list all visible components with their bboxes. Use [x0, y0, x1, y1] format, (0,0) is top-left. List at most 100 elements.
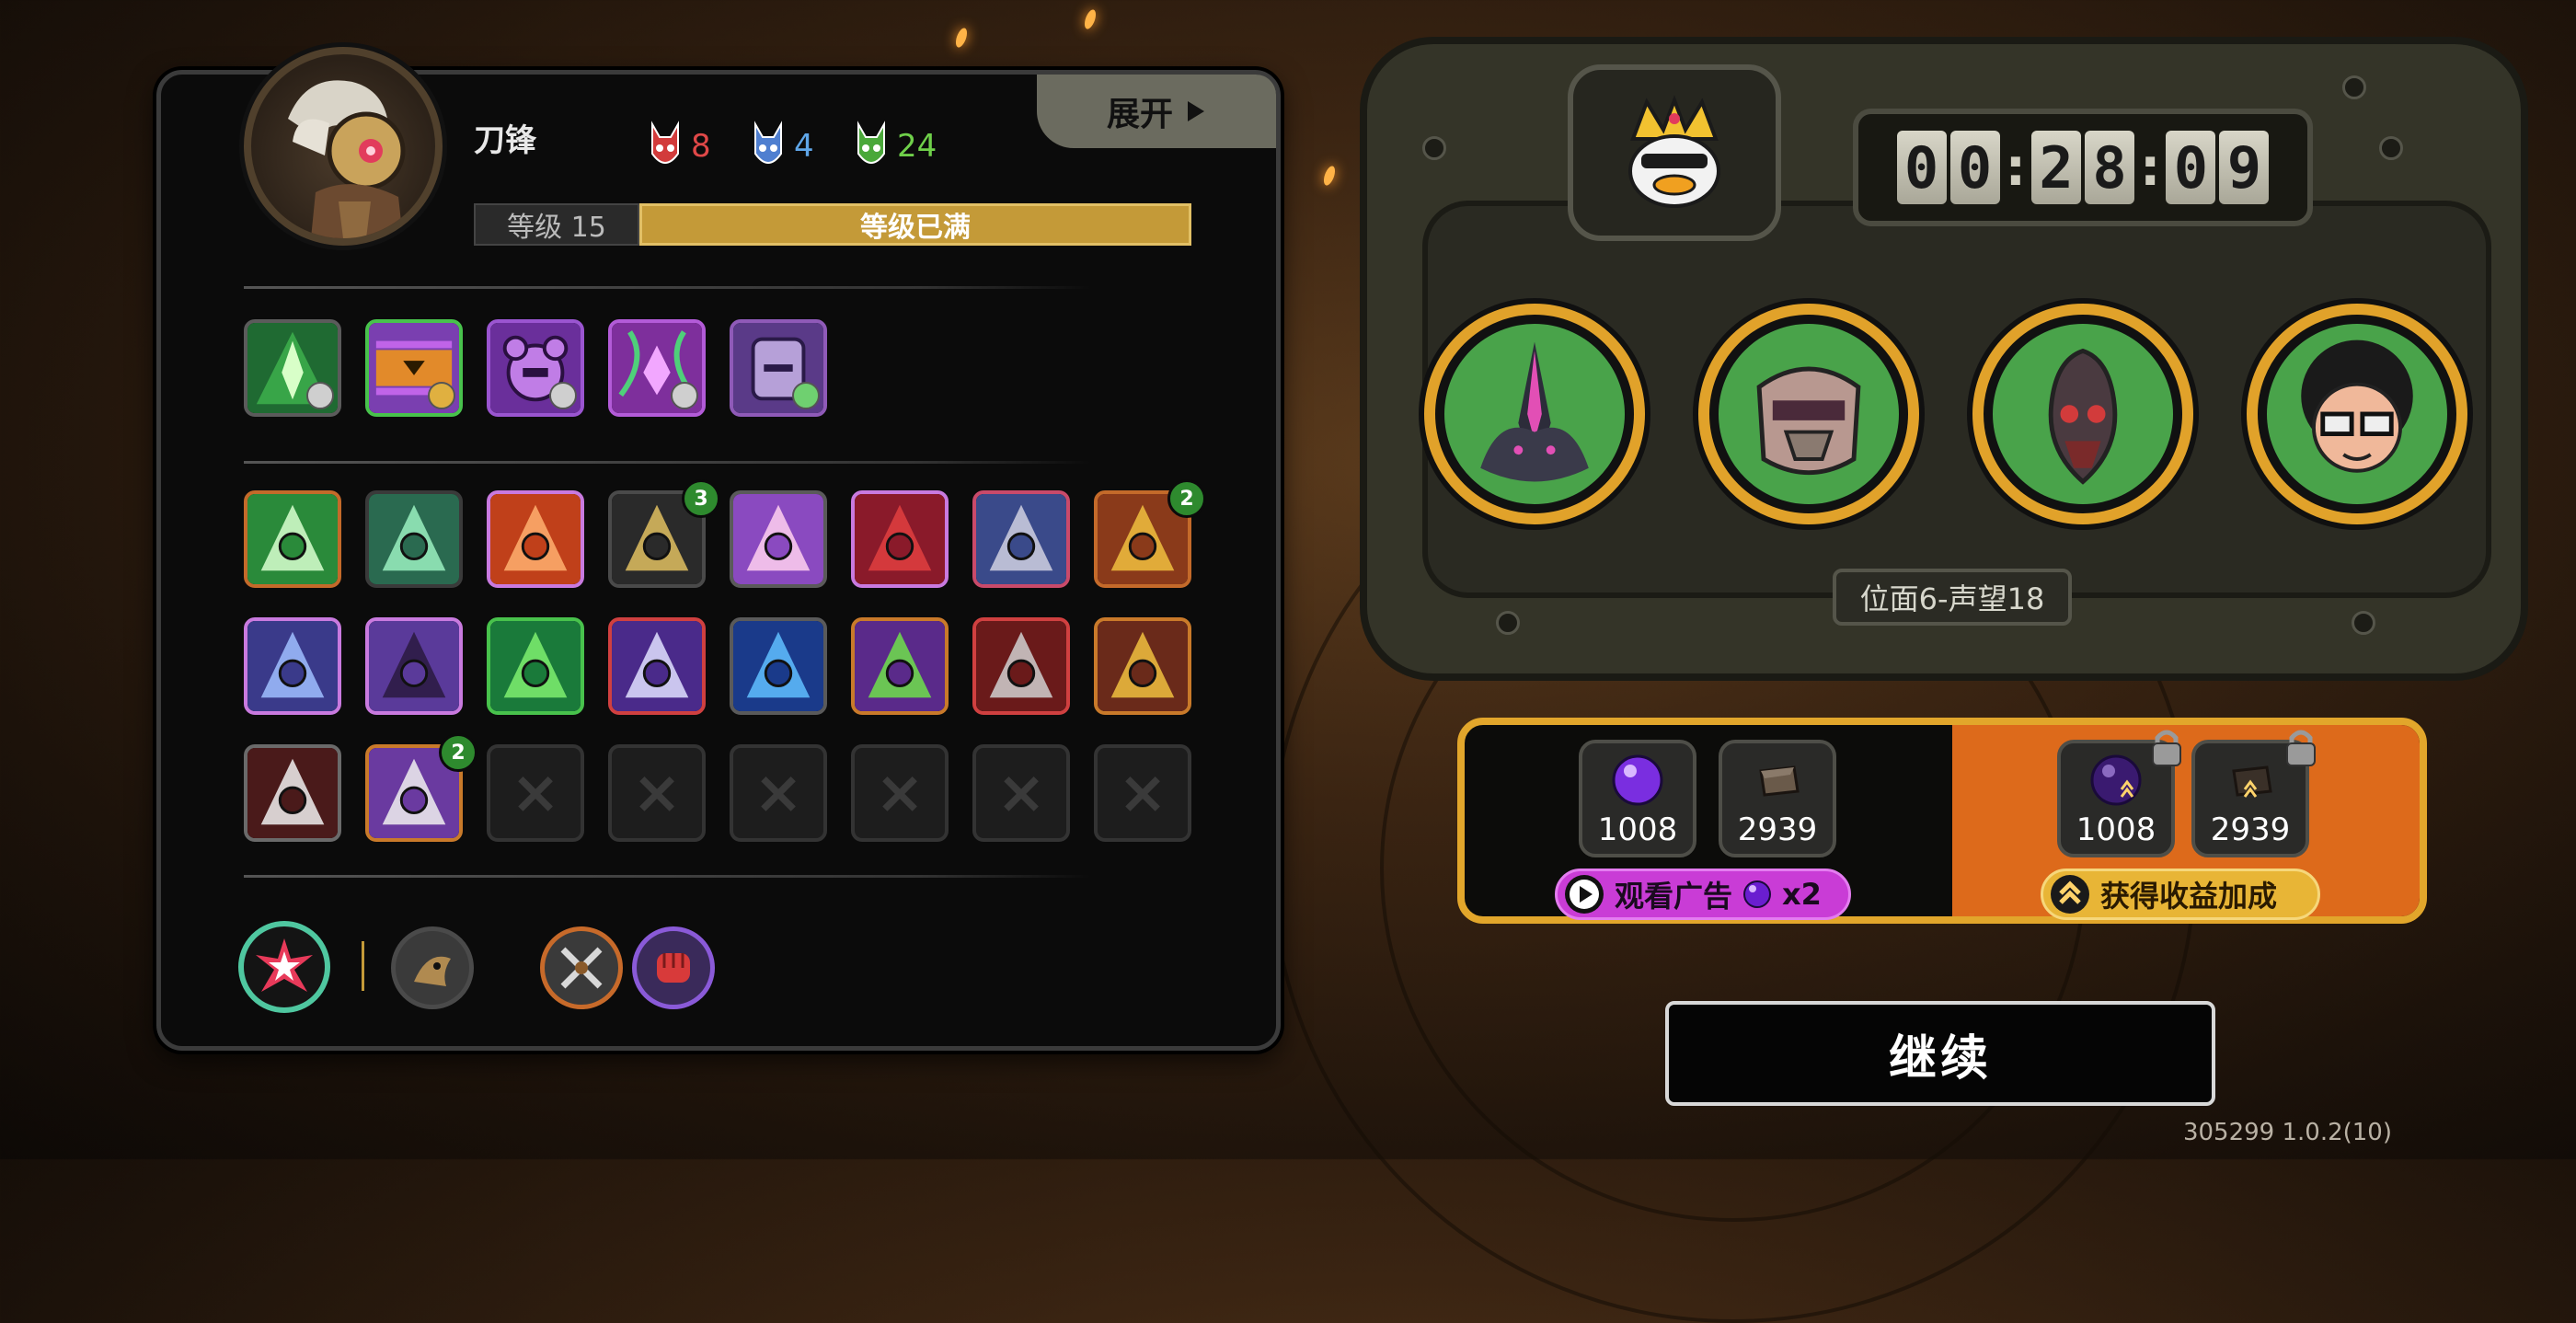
equipment-slot-5[interactable]: [730, 319, 827, 417]
element-mark-icon: [671, 382, 698, 409]
skill-slot-5[interactable]: [730, 490, 827, 588]
empty-slot-x-icon: ×: [1118, 759, 1167, 827]
equipment-slot-2[interactable]: [365, 319, 463, 417]
skill-slot-11[interactable]: [487, 617, 584, 715]
stage-label: 位面6-声望18: [1833, 569, 2072, 626]
reward-value: 1008: [1597, 811, 1678, 848]
timer-colon: :: [2005, 137, 2026, 198]
blue-mask-stat: 4: [752, 121, 814, 172]
countdown-timer: 0 0 : 2 8 : 0 9: [1853, 109, 2313, 226]
skill-level-badge: 2: [439, 733, 477, 772]
team-slot-2[interactable]: [1698, 304, 1919, 524]
play-arrow-icon: [1188, 101, 1204, 121]
continue-button[interactable]: 继续: [1665, 1001, 2215, 1106]
red-mask-stat: 8: [649, 121, 711, 172]
empty-slot-x-icon: ×: [511, 759, 560, 827]
green-mask-icon: [857, 121, 885, 164]
empty-slot-x-icon: ×: [632, 759, 682, 827]
empty-skill-slot: ×: [1094, 744, 1191, 842]
hero-name: 刀锋: [474, 122, 536, 159]
crowned-duck-icon: [1628, 95, 1720, 208]
beast-portrait-icon: [414, 956, 451, 986]
timer-digit: 2: [2031, 131, 2081, 204]
team-slot-4[interactable]: [2247, 304, 2467, 524]
purple-orb-icon: [1612, 754, 1663, 806]
blue-lightning-dragon-icon: [733, 621, 823, 711]
skill-slot-9[interactable]: [244, 617, 341, 715]
element-mark-icon: [792, 382, 820, 409]
double-chevron-up-icon: [2051, 875, 2089, 914]
green-arrow-up-icon: [855, 621, 945, 711]
team-slot-1[interactable]: [1424, 304, 1645, 524]
skill-slot-14[interactable]: [851, 617, 949, 715]
divider: [244, 875, 1090, 878]
red-eyed-beast-icon: [2048, 348, 2118, 485]
skill-slot-1[interactable]: [244, 490, 341, 588]
red-axe-icon: [976, 621, 1066, 711]
equipment-slot-4[interactable]: [608, 319, 706, 417]
screw: [2342, 75, 2366, 99]
empty-skill-slot: ×: [730, 744, 827, 842]
skill-slot-2[interactable]: [365, 490, 463, 588]
skill-slot-12[interactable]: [608, 617, 706, 715]
blue-mask-icon: [754, 121, 782, 164]
green-shield-heal-icon: [247, 494, 338, 584]
leader-badge[interactable]: [1568, 64, 1781, 241]
red-fist-button[interactable]: [632, 926, 715, 1009]
red-mask-count: 8: [691, 128, 711, 165]
skill-slot-10[interactable]: [365, 617, 463, 715]
expand-button[interactable]: 展开: [1037, 75, 1276, 148]
level-label: 等级 15: [474, 203, 639, 246]
element-mark-icon: [428, 382, 455, 409]
purple-orb-icon: [1743, 880, 1772, 908]
watch-ad-button[interactable]: 观看广告 x2: [1555, 869, 1851, 920]
team-slot-3[interactable]: [1972, 304, 2193, 524]
equipment-slot-1[interactable]: [244, 319, 341, 417]
divider: [244, 461, 1090, 464]
screw: [1422, 136, 1446, 160]
boost-earnings-button[interactable]: 获得收益加成: [2041, 869, 2320, 920]
level-progress-bar: 等级已满: [639, 203, 1191, 246]
empty-skill-slot: ×: [608, 744, 706, 842]
green-mask-stat: 24: [855, 121, 937, 172]
timer-digit: 0: [1949, 131, 2000, 204]
boosted-reward-orb[interactable]: 1008: [2057, 730, 2181, 857]
boosted-reward-ingot[interactable]: 2939: [2191, 730, 2316, 857]
lock-icon: [2286, 730, 2316, 766]
skill-slot-16[interactable]: [1094, 617, 1191, 715]
timer-digit: 0: [2166, 131, 2216, 204]
gold-helmet-icon: [1098, 621, 1188, 711]
crossed-blades-button[interactable]: [540, 926, 623, 1009]
screw: [2379, 136, 2403, 160]
lock-icon: [2152, 730, 2181, 766]
skill-slot-3[interactable]: [487, 490, 584, 588]
skill-level-badge: 2: [1167, 479, 1206, 518]
screw: [1496, 611, 1520, 635]
expand-label: 展开: [1106, 96, 1173, 133]
watch-ad-multiplier: x2: [1782, 877, 1822, 912]
burst-star-icon: [256, 938, 313, 992]
reward-item-orb[interactable]: 1008: [1579, 740, 1696, 857]
element-mark-icon: [306, 382, 334, 409]
divider: [244, 286, 1090, 289]
skill-slot-13[interactable]: [730, 617, 827, 715]
purple-orb-icon: [2090, 754, 2142, 806]
beast-portrait-button[interactable]: [391, 926, 474, 1009]
skill-level-badge: 3: [682, 479, 720, 518]
skill-slot-7[interactable]: [972, 490, 1070, 588]
green-diamond-rune-icon: [490, 621, 581, 711]
skill-slot-15[interactable]: [972, 617, 1070, 715]
timer-digit: 9: [2219, 131, 2270, 204]
vertical-separator: [362, 941, 364, 991]
lightning-capsule-icon: [247, 621, 338, 711]
crossed-swords-cat-icon: [612, 621, 702, 711]
equipment-slot-3[interactable]: [487, 319, 584, 417]
reward-value: 1008: [2076, 811, 2156, 848]
skill-slot-6[interactable]: [851, 490, 949, 588]
pink-sword-crystal-icon: [733, 494, 823, 584]
timer-digit: 8: [2085, 131, 2134, 204]
reward-item-ingot[interactable]: 2939: [1719, 740, 1836, 857]
burst-star-button[interactable]: [238, 921, 330, 1013]
hero-portrait[interactable]: [244, 47, 443, 246]
skill-slot-17[interactable]: [244, 744, 341, 842]
